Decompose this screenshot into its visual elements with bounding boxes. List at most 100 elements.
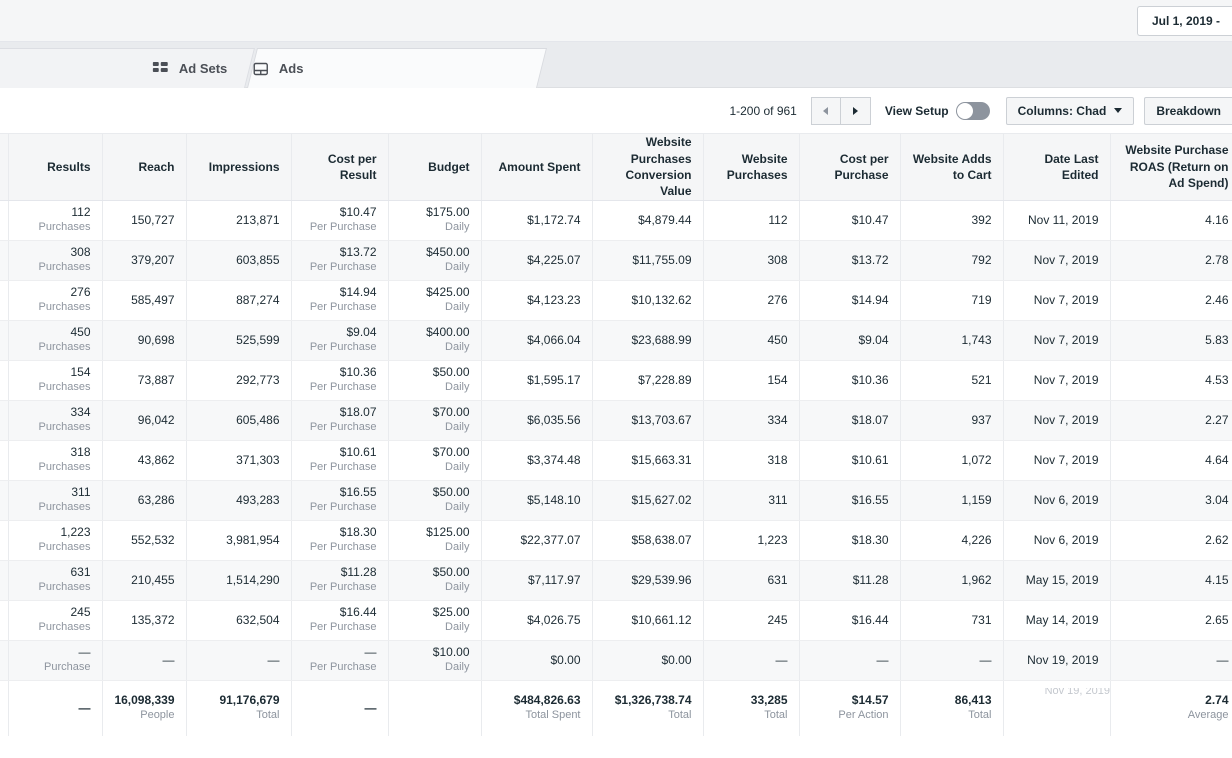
col-header-cost-per-purchase[interactable]: Cost per Purchase <box>799 134 901 201</box>
cell-subtext: Per Purchase <box>309 461 377 473</box>
cell-cost-per-purchase: $18.30 <box>799 520 901 561</box>
table-row[interactable]: 334 Purchases 96,042 605,486 $18.07 Per Purch… <box>0 400 1232 441</box>
col-header-results[interactable]: Results <box>8 134 103 201</box>
cell-value: 1,743 <box>961 332 992 347</box>
totals-select-cell <box>0 679 9 736</box>
cell-reach: 150,727 <box>102 200 187 241</box>
cell-value: Nov 7, 2019 <box>1033 412 1099 427</box>
cell-impressions: 632,504 <box>186 600 292 641</box>
table-row[interactable]: 318 Purchases 43,862 371,303 $10.61 Per Purch… <box>0 440 1232 481</box>
table-row[interactable]: 450 Purchases 90,698 525,599 $9.04 Per Purcha… <box>0 320 1232 361</box>
row-select-cell[interactable] <box>0 360 9 401</box>
row-select-cell[interactable] <box>0 520 9 561</box>
col-header-impressions[interactable]: Impressions <box>186 134 292 201</box>
table-row[interactable]: 311 Purchases 63,286 493,283 $16.55 Per Purch… <box>0 480 1232 521</box>
cell-adds-to-cart: 1,159 <box>900 480 1004 521</box>
cell-value: $400.00 <box>426 325 470 339</box>
cell-value: $10,132.62 <box>631 292 692 307</box>
cell-value: 631 <box>70 565 91 579</box>
cell-budget: $175.00 Daily <box>388 200 482 241</box>
col-header-date-last-edited[interactable]: Date Last Edited <box>1003 134 1111 201</box>
cell-budget: $70.00 Daily <box>388 400 482 441</box>
cell-cost-per-purchase: — <box>799 640 901 681</box>
row-select-cell[interactable] <box>0 320 9 361</box>
cell-roas: 2.46 <box>1110 280 1232 321</box>
row-select-cell[interactable] <box>0 200 9 241</box>
cell-value: 5.83 <box>1205 332 1229 347</box>
tab-ads[interactable]: Ads <box>247 48 547 88</box>
cell-value: $18.30 <box>339 525 377 539</box>
cell-roas: 4.16 <box>1110 200 1232 241</box>
view-setup-toggle[interactable] <box>955 101 990 120</box>
table-row[interactable]: 154 Purchases 73,887 292,773 $10.36 Per Purch… <box>0 360 1232 401</box>
col-header-roas[interactable]: Website Purchase ROAS (Return on Ad Spen… <box>1110 134 1232 201</box>
col-header-adds-to-cart[interactable]: Website Adds to Cart <box>900 134 1004 201</box>
row-select-cell[interactable] <box>0 480 9 521</box>
chevron-down-icon <box>1114 108 1123 113</box>
cell-reach: 552,532 <box>102 520 187 561</box>
cell-cost-per-result: $10.61 Per Purchase <box>291 440 389 481</box>
cell-value: $22,377.07 <box>520 532 581 547</box>
cell-value: — <box>775 652 788 667</box>
row-select-cell[interactable] <box>0 280 9 321</box>
totals-value: — <box>78 700 91 715</box>
row-select-cell[interactable] <box>0 400 9 441</box>
cell-subtext: Daily <box>445 381 470 393</box>
cell-adds-to-cart: 937 <box>900 400 1004 441</box>
cell-impressions: 493,283 <box>186 480 292 521</box>
date-range-picker[interactable]: Jul 1, 2019 - <box>1136 6 1232 36</box>
totals-value: 16,098,339 <box>114 693 175 708</box>
row-select-cell[interactable] <box>0 560 9 601</box>
breakdown-button[interactable]: Breakdown <box>1144 96 1232 125</box>
col-header-amount-spent[interactable]: Amount Spent <box>481 134 593 201</box>
row-select-cell[interactable] <box>0 440 9 481</box>
table-row[interactable]: 112 Purchases 150,727 213,871 $10.47 Per Purc… <box>0 200 1232 241</box>
columns-dropdown-button[interactable]: Columns: Chad <box>1005 96 1135 125</box>
col-header-cost-per-result[interactable]: Cost per Result <box>291 134 389 201</box>
cell-value: Nov 7, 2019 <box>1033 332 1099 347</box>
cell-value: 2.65 <box>1205 612 1229 627</box>
cell-subtext: Purchases <box>38 621 91 633</box>
cell-subtext: Per Purchase <box>309 581 377 593</box>
table-row[interactable]: 631 Purchases 210,455 1,514,290 $11.28 Per Pu… <box>0 560 1232 601</box>
cell-adds-to-cart: 521 <box>900 360 1004 401</box>
table-row[interactable]: 276 Purchases 585,497 887,274 $14.94 Per Purc… <box>0 280 1232 321</box>
cell-subtext: Purchases <box>38 541 91 553</box>
table-row[interactable]: 245 Purchases 135,372 632,504 $16.44 Per Purc… <box>0 600 1232 641</box>
cell-date-last-edited: Nov 7, 2019 <box>1003 360 1111 401</box>
cell-results: 450 Purchases <box>8 320 103 361</box>
cell-value: 4,226 <box>961 532 992 547</box>
row-select-cell[interactable] <box>0 600 9 641</box>
cell-value: 334 <box>70 405 91 419</box>
date-range-label: Jul 1, 2019 - <box>1151 14 1220 28</box>
col-header-website-purchases[interactable]: Website Purchases <box>703 134 800 201</box>
col-header-conversion-value[interactable]: Website Purchases Conversion Value <box>592 134 704 201</box>
cell-amount-spent: $4,026.75 <box>481 600 593 641</box>
pagination-prev-button[interactable] <box>810 96 841 125</box>
pagination-next-button[interactable] <box>840 96 871 125</box>
table-row[interactable]: 1,223 Purchases 552,532 3,981,954 $18.30 Per … <box>0 520 1232 561</box>
col-header-budget[interactable]: Budget <box>388 134 482 201</box>
cell-value: 585,497 <box>131 292 175 307</box>
cell-adds-to-cart: 1,072 <box>900 440 1004 481</box>
top-date-bar: Jul 1, 2019 - <box>0 0 1232 42</box>
table-row[interactable]: 308 Purchases 379,207 603,855 $13.72 Per Purc… <box>0 240 1232 281</box>
cell-value: 276 <box>767 292 788 307</box>
cell-value: — <box>364 645 377 659</box>
cell-value: 154 <box>767 372 788 387</box>
cell-value: Nov 7, 2019 <box>1033 252 1099 267</box>
row-select-cell[interactable] <box>0 640 9 681</box>
cell-value: 1,072 <box>961 452 992 467</box>
table-row[interactable]: — Purchase — — — Per Purchase $10.00 Daily $0.00… <box>0 640 1232 681</box>
cell-value: 4.53 <box>1205 372 1229 387</box>
row-select-cell[interactable] <box>0 240 9 281</box>
cell-value: 603,855 <box>236 252 280 267</box>
cell-value: 311 <box>71 485 91 499</box>
cell-amount-spent: $22,377.07 <box>481 520 593 561</box>
cell-results: 245 Purchases <box>8 600 103 641</box>
cell-website-purchases: 631 <box>703 560 800 601</box>
view-setup-toggle-group[interactable]: View Setup <box>885 101 990 120</box>
col-header-reach[interactable]: Reach <box>102 134 187 201</box>
cell-website-purchases: 311 <box>703 480 800 521</box>
tab-ad-sets[interactable]: Ad Sets <box>0 48 255 88</box>
